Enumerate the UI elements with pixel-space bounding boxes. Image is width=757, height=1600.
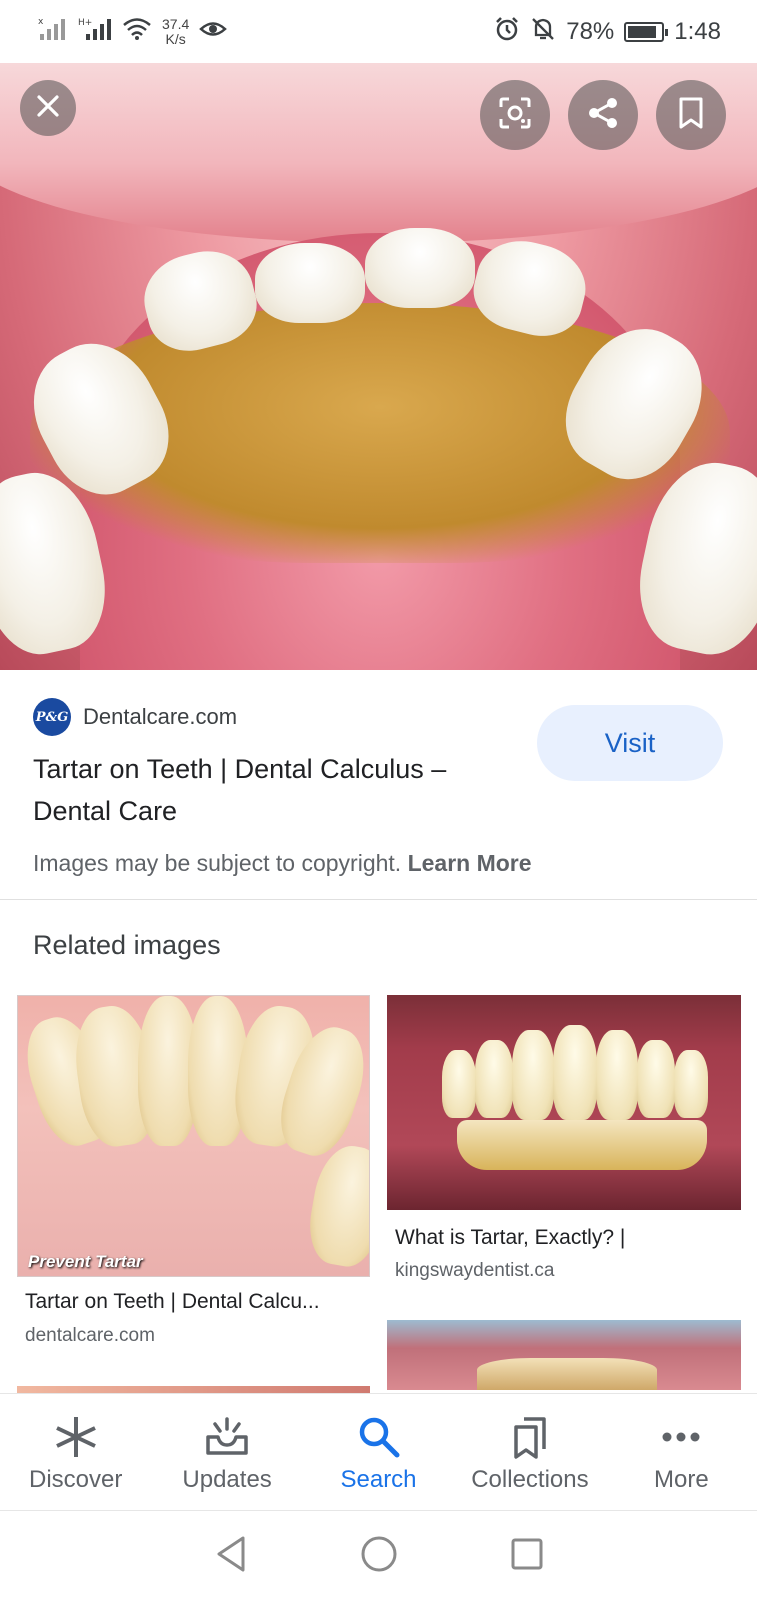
bookmark-button[interactable]: [656, 80, 726, 150]
nav-label: Discover: [29, 1466, 123, 1493]
bookmark-icon: [676, 96, 706, 135]
signal-h-icon: H+: [78, 16, 112, 47]
related-image-overlay-text: Prevent Tartar: [28, 1252, 143, 1271]
share-icon: [585, 95, 621, 136]
related-images-heading: Related images: [33, 930, 221, 960]
close-button[interactable]: [20, 80, 76, 136]
svg-text:H+: H+: [78, 18, 92, 28]
nav-discover[interactable]: Discover: [0, 1394, 151, 1510]
nav-label: Collections: [471, 1466, 589, 1493]
related-tooth: [637, 1040, 675, 1118]
related-tooth: [674, 1050, 708, 1118]
nav-more[interactable]: More: [606, 1394, 757, 1510]
search-icon: [357, 1414, 401, 1460]
lens-icon: [497, 95, 533, 136]
updates-tray-icon: [204, 1414, 250, 1460]
mute-icon: [530, 16, 556, 47]
copyright-notice: Images may be subject to copyright. Lear…: [33, 850, 532, 877]
main-image-tooth: [365, 228, 475, 308]
related-title-2[interactable]: What is Tartar, Exactly? |: [395, 1226, 735, 1250]
close-icon: [35, 93, 61, 124]
nav-label: Search: [340, 1466, 417, 1493]
system-navigation-bar: [0, 1512, 757, 1600]
status-bar: x H+ 37.4 K/s 78% 1:48: [0, 0, 757, 63]
nav-collections[interactable]: Collections: [454, 1394, 605, 1510]
related-lower-teeth: [457, 1120, 707, 1170]
related-image-1[interactable]: Prevent Tartar: [17, 995, 370, 1277]
related-image-2[interactable]: [387, 995, 741, 1210]
related-tooth: [512, 1030, 554, 1120]
wifi-icon: [122, 17, 152, 46]
learn-more-link[interactable]: Learn More: [408, 850, 532, 876]
related-image-3[interactable]: [387, 1320, 741, 1390]
lens-button[interactable]: [480, 80, 550, 150]
related-tooth: [553, 1025, 597, 1120]
asterisk-icon: [54, 1414, 98, 1460]
clock: 1:48: [674, 17, 721, 45]
related-tooth: [442, 1050, 476, 1118]
related-tooth: [303, 1140, 369, 1272]
share-button[interactable]: [568, 80, 638, 150]
visit-button[interactable]: Visit: [537, 705, 723, 781]
signal-icon: x: [38, 16, 68, 47]
battery-percent: 78%: [566, 17, 615, 45]
image-viewer[interactable]: [0, 63, 757, 670]
result-title[interactable]: Tartar on Teeth | Dental Calculus – Dent…: [33, 748, 513, 832]
nav-search[interactable]: Search: [303, 1394, 454, 1510]
back-icon[interactable]: [213, 1534, 249, 1579]
source-panel: P&G Dentalcare.com Tartar on Teeth | Den…: [0, 670, 757, 900]
network-speed: 37.4 K/s: [162, 15, 190, 47]
svg-text:x: x: [38, 17, 44, 27]
source-site-row[interactable]: P&G Dentalcare.com: [33, 698, 237, 736]
related-tooth: [596, 1030, 638, 1120]
site-name[interactable]: Dentalcare.com: [83, 704, 237, 730]
copyright-text: Images may be subject to copyright.: [33, 850, 402, 876]
nav-updates[interactable]: Updates: [151, 1394, 302, 1510]
more-dots-icon: [661, 1414, 701, 1460]
eye-icon: [199, 18, 228, 45]
related-tooth: [477, 1358, 657, 1390]
battery-icon: [624, 21, 669, 42]
related-title-1[interactable]: Tartar on Teeth | Dental Calcu...: [25, 1290, 365, 1314]
nav-label: More: [653, 1466, 709, 1493]
main-image-tooth: [255, 243, 365, 323]
bottom-navigation: Discover Updates Search Collections More: [0, 1393, 757, 1511]
main-image-upper-lip: [0, 63, 757, 243]
collections-icon: [510, 1414, 550, 1460]
site-logo: P&G: [33, 698, 71, 736]
home-icon[interactable]: [359, 1534, 399, 1579]
recents-icon[interactable]: [509, 1536, 545, 1577]
related-site-1[interactable]: dentalcare.com: [25, 1325, 155, 1347]
alarm-icon: [494, 16, 520, 47]
nav-label: Updates: [182, 1466, 272, 1493]
related-tooth: [475, 1040, 513, 1118]
related-site-2[interactable]: kingswaydentist.ca: [395, 1260, 554, 1282]
